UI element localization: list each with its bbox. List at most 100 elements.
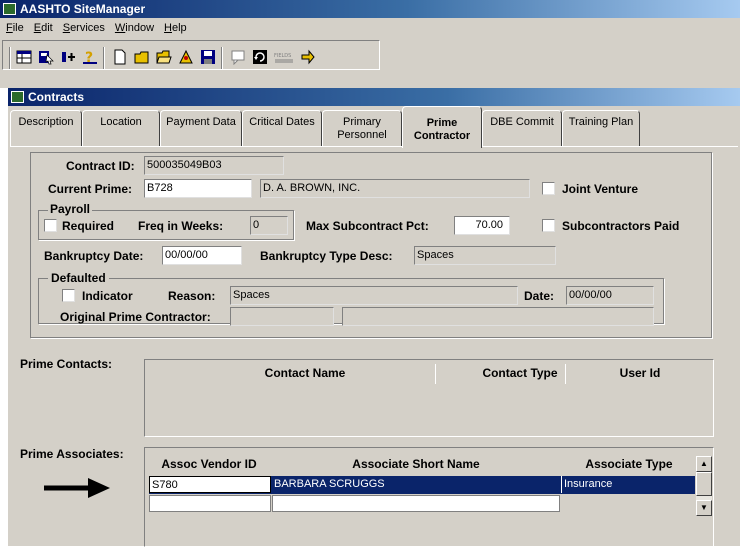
default-date-field: 00/00/00 xyxy=(566,286,654,305)
wizard-icon[interactable] xyxy=(177,49,195,67)
current-prime-name-field: D. A. BROWN, INC. xyxy=(260,179,530,198)
reason-label: Reason: xyxy=(168,289,216,303)
toolbar-grip xyxy=(9,47,11,69)
tab-prime-contractor[interactable]: Prime Contractor xyxy=(402,106,482,148)
save-icon[interactable] xyxy=(199,49,217,67)
defaulted-label: Defaulted xyxy=(48,271,109,285)
toolbar-strip: ? FIELDS xyxy=(2,40,380,70)
tab-label: DBE Commit xyxy=(490,116,554,128)
open-folder-icon[interactable] xyxy=(155,49,173,67)
associate-type-cell[interactable] xyxy=(561,495,695,512)
tab-label: Prime Contractor xyxy=(413,117,471,142)
open-icon[interactable] xyxy=(133,49,151,67)
current-prime-label: Current Prime: xyxy=(48,182,133,196)
bankruptcy-type-field: Spaces xyxy=(414,246,556,265)
prime-contractor-panel: Contract ID: 500035049B03 Current Prime:… xyxy=(10,146,738,547)
col-assoc-vendor-id: Assoc Vendor ID xyxy=(161,457,257,471)
prime-associates-label: Prime Associates: xyxy=(20,447,124,461)
tab-label: Payment Data xyxy=(166,116,236,128)
pointer-arrow-annotation xyxy=(44,478,110,498)
joint-venture-checkbox[interactable] xyxy=(542,182,555,195)
assoc-vendor-id-cell[interactable]: S780 xyxy=(149,476,271,493)
pointer-icon[interactable] xyxy=(299,49,317,67)
prime-associates-grid[interactable]: Assoc Vendor ID Associate Short Name Ass… xyxy=(144,447,714,547)
subcontractors-paid-label: Subcontractors Paid xyxy=(562,219,680,233)
prime-contacts-grid[interactable]: Contact Name Contact Type User Id xyxy=(144,359,714,437)
app-icon xyxy=(3,3,16,15)
tab-label: Primary Personnel xyxy=(337,116,387,141)
indicator-label: Indicator xyxy=(82,289,133,303)
menu-edit[interactable]: Edit xyxy=(34,22,53,34)
app-title-bar: AASHTO SiteManager xyxy=(0,0,740,18)
payroll-required-checkbox[interactable] xyxy=(44,219,57,232)
column-divider xyxy=(435,364,436,384)
toolbar-separator xyxy=(103,47,105,69)
tab-label: Critical Dates xyxy=(249,116,315,128)
menu-help[interactable]: Help xyxy=(164,22,187,34)
assoc-vendor-id-cell[interactable] xyxy=(149,495,271,512)
menu-window[interactable]: Window xyxy=(115,22,154,34)
tab-primary-personnel[interactable]: Primary Personnel xyxy=(322,110,402,146)
tab-label: Description xyxy=(18,116,74,128)
refresh-icon[interactable] xyxy=(251,49,269,67)
scroll-up-button[interactable]: ▲ xyxy=(696,456,712,472)
bankruptcy-date-field[interactable]: 00/00/00 xyxy=(162,246,242,265)
fields-icon[interactable]: FIELDS xyxy=(273,49,295,67)
associate-type-cell[interactable]: Insurance xyxy=(561,476,695,493)
freq-in-weeks-field: 0 xyxy=(250,216,288,235)
menu-bar: File Edit Services Window Help xyxy=(0,18,740,38)
fields-icon-label: FIELDS xyxy=(274,53,291,59)
toolbar: ? FIELDS xyxy=(0,38,740,88)
window-title: Contracts xyxy=(28,90,85,104)
prime-contacts-label: Prime Contacts: xyxy=(20,357,113,371)
max-subcontract-field[interactable]: 70.00 xyxy=(454,216,510,235)
original-prime-code-field xyxy=(230,307,334,326)
payroll-required-label: Required xyxy=(62,219,115,233)
scroll-down-button[interactable]: ▼ xyxy=(696,500,712,516)
defaulted-indicator-checkbox[interactable] xyxy=(62,289,75,302)
bankruptcy-type-label: Bankruptcy Type Desc: xyxy=(260,249,393,263)
filter-icon[interactable] xyxy=(59,49,77,67)
original-prime-label: Original Prime Contractor: xyxy=(60,310,211,324)
menu-services[interactable]: Services xyxy=(63,22,105,34)
default-date-label: Date: xyxy=(524,289,555,303)
associate-short-name-cell[interactable] xyxy=(272,495,560,512)
toolbar-separator-2 xyxy=(221,47,223,69)
current-prime-code-field[interactable]: B728 xyxy=(144,179,252,198)
associate-short-name-cell[interactable]: BARBARA SCRUGGS xyxy=(272,476,560,493)
column-divider xyxy=(565,364,566,384)
select-icon[interactable] xyxy=(37,49,55,67)
associates-scrollbar[interactable]: ▲ ▼ xyxy=(696,456,712,516)
tab-label: Location xyxy=(100,116,142,128)
tab-label: Training Plan xyxy=(568,116,634,128)
tab-location[interactable]: Location xyxy=(82,110,160,146)
scroll-thumb[interactable] xyxy=(696,472,712,496)
reason-field: Spaces xyxy=(230,286,518,305)
payroll-label: Payroll xyxy=(48,202,93,216)
subcontractors-paid-checkbox[interactable] xyxy=(542,219,555,232)
max-subcontract-label: Max Subcontract Pct: xyxy=(306,219,429,233)
contract-id-field: 500035049B03 xyxy=(144,156,284,175)
tab-training-plan[interactable]: Training Plan xyxy=(562,110,640,146)
original-prime-name-field xyxy=(342,307,654,326)
col-user-id: User Id xyxy=(619,366,661,380)
grid-icon[interactable] xyxy=(15,49,33,67)
tab-payment-data[interactable]: Payment Data xyxy=(160,110,242,146)
new-icon[interactable] xyxy=(111,49,129,67)
tab-dbe-commit[interactable]: DBE Commit xyxy=(482,110,562,146)
app-title: AASHTO SiteManager xyxy=(20,2,146,16)
contracts-window: Contracts Description Location Payment D… xyxy=(8,88,740,547)
window-icon xyxy=(11,91,24,103)
bankruptcy-date-label: Bankruptcy Date: xyxy=(44,249,144,263)
contracts-window-title-bar: Contracts xyxy=(8,88,740,106)
tab-description[interactable]: Description xyxy=(10,110,82,146)
col-associate-type: Associate Type xyxy=(585,457,673,471)
col-contact-name: Contact Name xyxy=(264,366,346,380)
help-icon[interactable]: ? xyxy=(81,49,99,67)
contract-id-label: Contract ID: xyxy=(66,159,135,173)
comment-icon[interactable] xyxy=(229,49,247,67)
freq-in-weeks-label: Freq in Weeks: xyxy=(138,219,224,233)
menu-file[interactable]: File xyxy=(6,22,24,34)
tab-critical-dates[interactable]: Critical Dates xyxy=(242,110,322,146)
col-associate-short-name: Associate Short Name xyxy=(352,457,480,471)
